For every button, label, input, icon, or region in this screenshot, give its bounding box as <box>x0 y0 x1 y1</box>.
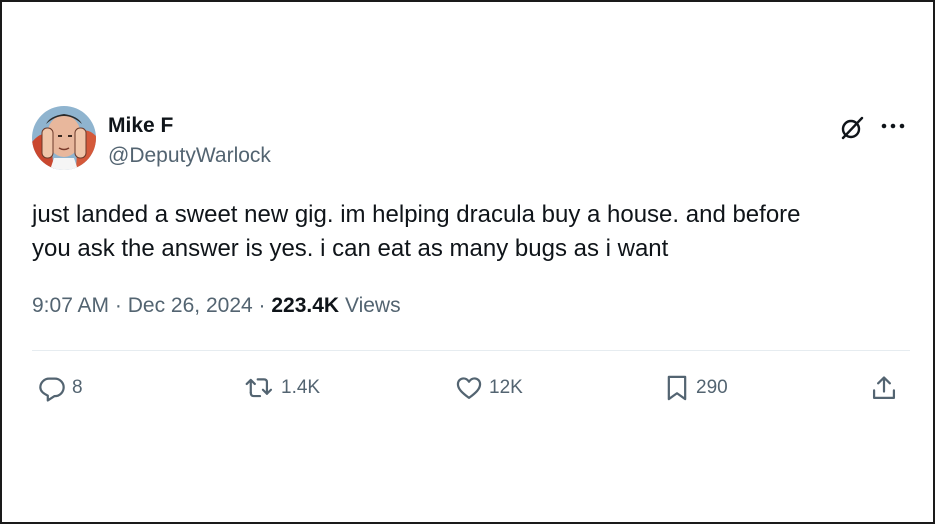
divider <box>32 350 910 351</box>
action-bar: 8 1.4K 12K 290 <box>32 370 910 406</box>
reply-icon <box>39 377 65 402</box>
views-label: Views <box>344 294 401 317</box>
more-icon <box>881 123 905 129</box>
grok-icon <box>841 116 864 140</box>
bookmark-count: 290 <box>696 377 728 398</box>
avatar-image <box>32 106 96 170</box>
heart-icon <box>456 377 482 400</box>
meta-separator: · <box>258 294 266 317</box>
reply-count: 8 <box>72 377 83 398</box>
meta-separator: · <box>114 294 122 317</box>
share-button[interactable] <box>870 370 898 406</box>
more-button[interactable] <box>876 112 910 140</box>
retweet-count: 1.4K <box>281 377 321 398</box>
tweet-time[interactable]: 9:07 AM <box>32 294 109 317</box>
author-handle[interactable]: @DeputyWarlock <box>108 144 271 168</box>
tweet-frame: Mike F @DeputyWarlock just landed a swee… <box>0 0 935 524</box>
grok-button[interactable] <box>838 114 866 142</box>
avatar[interactable] <box>32 106 96 170</box>
tweet-text: just landed a sweet new gig. im helping … <box>32 201 801 262</box>
like-count: 12K <box>489 377 523 398</box>
tweet-date[interactable]: Dec 26, 2024 <box>128 294 253 317</box>
bookmark-icon <box>667 375 687 401</box>
author-name[interactable]: Mike F <box>108 114 173 138</box>
views-count[interactable]: 223.4K <box>271 294 339 317</box>
retweet-button[interactable]: 1.4K <box>245 370 320 406</box>
retweet-icon <box>245 378 273 398</box>
like-button[interactable]: 12K <box>455 370 523 406</box>
bookmark-button[interactable]: 290 <box>664 370 728 406</box>
tweet-meta: 9:07 AM · Dec 26, 2024 · 223.4K Views <box>32 294 401 318</box>
reply-button[interactable]: 8 <box>38 370 83 406</box>
share-icon <box>872 376 896 400</box>
